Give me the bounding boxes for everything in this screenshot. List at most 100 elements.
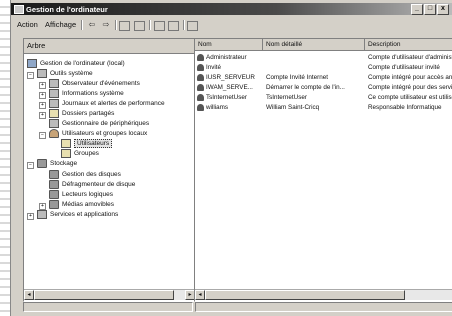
performance-logs-icon (49, 99, 59, 108)
tree-tab-label: Arbre (27, 41, 46, 50)
tree-item-label: Outils système (50, 70, 93, 78)
user-fullname: Démarrer le compte de l'in... (266, 84, 345, 91)
tree-item-label: Médias amovibles (62, 201, 115, 209)
table-row[interactable]: TsInternetUser TsInternetUser Ce compte … (195, 93, 452, 102)
table-row[interactable]: IUSR_SERVEUR Compte Invité Internet Comp… (195, 73, 452, 82)
expand-icon[interactable]: + (39, 102, 46, 109)
tree-tab[interactable]: Arbre (24, 39, 204, 54)
scroll-thumb[interactable] (34, 290, 174, 300)
tree-horizontal-scrollbar[interactable]: ◂ ▸ (24, 289, 195, 300)
tree-item-logical-drives[interactable]: Lecteurs logiques (49, 190, 113, 199)
toolbar-separator (115, 20, 117, 30)
collapse-icon[interactable]: − (27, 72, 34, 79)
user-fullname: William Saint-Cricq (266, 104, 320, 111)
user-name: Administrateur (206, 54, 247, 61)
expand-icon[interactable]: + (39, 112, 46, 119)
tree-item-storage[interactable]: Stockage (37, 159, 77, 168)
user-icon (197, 103, 204, 111)
maximize-button[interactable]: □ (424, 4, 436, 15)
defrag-icon (49, 180, 59, 189)
user-description: Compte d'utilisateur invité (368, 64, 440, 71)
table-row[interactable]: IWAM_SERVE... Démarrer le compte de l'in… (195, 83, 452, 92)
user-description: Ce compte utilisateur est utilisé (368, 94, 452, 101)
scroll-thumb[interactable] (205, 290, 405, 300)
forward-arrow-icon[interactable]: ⇨ (100, 19, 112, 30)
users-groups-icon (49, 129, 59, 138)
minimize-button[interactable]: _ (411, 4, 423, 15)
tree-item-label: Groupes (74, 150, 99, 158)
storage-icon (37, 159, 47, 168)
tree-item-logs-alerts[interactable]: Journaux et alertes de performance (49, 99, 165, 108)
expand-icon[interactable]: + (39, 92, 46, 99)
collapse-icon[interactable]: − (39, 132, 46, 139)
tree-item-disk-management[interactable]: Gestion des disques (49, 170, 121, 179)
toolbar-separator (81, 20, 83, 30)
back-arrow-icon[interactable]: ⇦ (86, 19, 98, 30)
tree-item-users[interactable]: Utilisateurs (61, 139, 113, 149)
show-tree-icon[interactable] (119, 21, 130, 31)
expand-icon[interactable]: + (39, 82, 46, 89)
user-description: Compte intégré pour des services (368, 84, 452, 91)
user-icon (197, 63, 204, 71)
user-fullname: Compte Invité Internet (266, 74, 328, 81)
collapse-icon[interactable]: − (27, 162, 34, 169)
user-name: TsInternetUser (206, 94, 247, 101)
tree-item-label: Journaux et alertes de performance (62, 100, 165, 108)
tree-item-defragmenter[interactable]: Défragmenteur de disque (49, 180, 135, 189)
status-cell (23, 302, 193, 312)
mmc-window: Gestion de l'ordinateur _ □ x Action Aff… (10, 0, 452, 316)
user-description: Responsable Informatique (368, 104, 442, 111)
scroll-left-button[interactable]: ◂ (195, 290, 205, 300)
close-button[interactable]: x (437, 4, 449, 15)
tree-item-device-manager[interactable]: Gestionnaire de périphériques (49, 119, 149, 128)
title-bar[interactable]: Gestion de l'ordinateur _ □ x (11, 3, 452, 15)
tree-item-event-viewer[interactable]: Observateur d'événements (49, 79, 140, 88)
tree-item-removable-media[interactable]: Médias amovibles (49, 200, 114, 209)
tree-item-label: Gestion de l'ordinateur (local) (40, 60, 125, 68)
menu-action[interactable]: Action (17, 20, 38, 29)
tree-item-local-users-groups[interactable]: Utilisateurs et groupes locaux (49, 129, 147, 138)
shared-folder-icon (49, 109, 59, 118)
computer-icon (27, 59, 37, 68)
menu-view[interactable]: Affichage (45, 20, 76, 29)
tree-item-services-apps[interactable]: Services et applications (37, 210, 118, 219)
tree-item-label: Services et applications (50, 211, 119, 219)
user-icon (197, 93, 204, 101)
table-row[interactable]: Invité Compte d'utilisateur invité (195, 63, 452, 72)
console-tree-icon[interactable] (134, 21, 145, 31)
tree-item-root[interactable]: Gestion de l'ordinateur (local) (27, 59, 125, 68)
column-header-fullname[interactable]: Nom détaillé (263, 39, 365, 51)
tree-item-label: Gestion des disques (62, 171, 121, 179)
tree-item-system-info[interactable]: Informations système (49, 89, 124, 98)
tree-item-label: Utilisateurs (74, 139, 113, 149)
table-row[interactable]: williams William Saint-Cricq Responsable… (195, 103, 452, 112)
user-icon (197, 53, 204, 61)
help-icon[interactable] (187, 21, 198, 31)
tree-item-groups[interactable]: Groupes (61, 149, 99, 158)
expand-icon[interactable]: + (39, 203, 46, 210)
list-horizontal-scrollbar[interactable]: ◂ (195, 289, 452, 300)
tree-item-label: Dossiers partagés (62, 110, 115, 118)
scroll-left-button[interactable]: ◂ (24, 290, 34, 300)
user-name: Invité (206, 64, 222, 71)
status-bar (23, 302, 452, 313)
tree-item-label: Stockage (50, 160, 78, 168)
user-name: williams (206, 104, 229, 111)
export-list-icon[interactable] (168, 21, 179, 31)
tree-item-label: Utilisateurs et groupes locaux (62, 130, 148, 138)
tree-item-shared-folders[interactable]: Dossiers partagés (49, 109, 114, 118)
user-description: Compte intégré pour accès anonyme (368, 74, 452, 81)
services-icon (37, 210, 47, 219)
tree-item-label: Lecteurs logiques (62, 191, 113, 199)
table-row[interactable]: Administrateur Compte d'utilisateur d'ad… (195, 53, 452, 62)
user-description: Compte d'utilisateur d'administration (368, 54, 452, 61)
tree-item-label: Observateur d'événements (62, 80, 140, 88)
expand-icon[interactable]: + (27, 213, 34, 220)
tree-item-system-tools[interactable]: Outils système (37, 69, 93, 78)
column-header-name[interactable]: Nom (195, 39, 263, 51)
refresh-icon[interactable] (154, 21, 165, 31)
column-header-description[interactable]: Description (365, 39, 452, 51)
toolbar-separator (183, 20, 185, 30)
user-name: IWAM_SERVE... (206, 84, 253, 91)
removable-media-icon (49, 200, 59, 209)
